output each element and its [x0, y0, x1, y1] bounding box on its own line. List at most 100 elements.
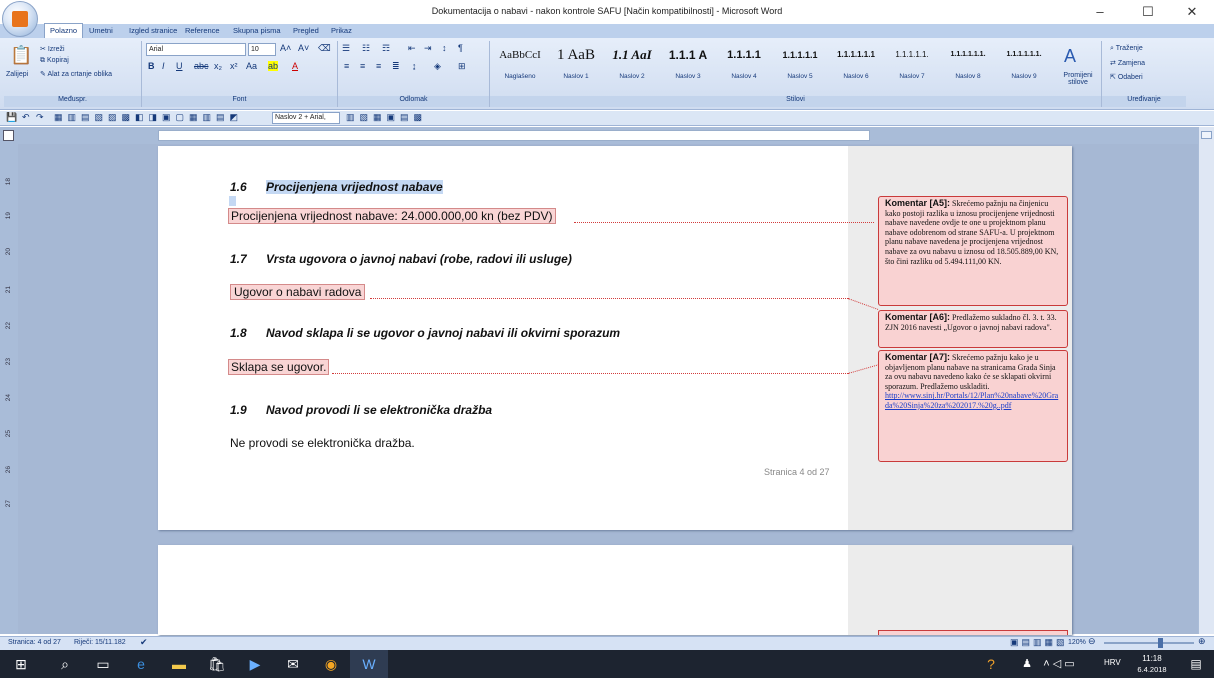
zoom-in-icon[interactable]: ⊕ — [1198, 636, 1206, 647]
style-heading-7[interactable]: 1.1.1.1.1. Naslov 7 — [886, 43, 938, 91]
undo-icon[interactable]: ↶ — [22, 112, 30, 123]
zoom-out-icon[interactable]: ⊖ — [1088, 636, 1096, 647]
file-explorer-icon[interactable]: ▬ — [160, 650, 198, 678]
redo-icon[interactable]: ↷ — [36, 112, 44, 123]
style-emphasis[interactable]: AaBbCcI Naglašeno — [494, 43, 546, 91]
style-heading-9[interactable]: 1.1.1.1.1.1. Naslov 9 — [998, 43, 1050, 91]
proofing-icon[interactable]: ✔ — [140, 637, 148, 648]
save-icon[interactable]: 💾 — [6, 112, 17, 123]
shrink-font-icon[interactable]: A˅ — [298, 43, 309, 53]
mail-icon[interactable]: ✉ — [274, 650, 312, 678]
pilcrow-icon[interactable]: ¶ — [458, 43, 463, 53]
bullets-icon[interactable]: ☰ — [342, 43, 350, 54]
ruler-text-area — [158, 130, 870, 141]
align-center-icon[interactable]: ≡ — [360, 61, 365, 71]
clock-time[interactable]: 11:18 — [1132, 654, 1172, 663]
tray-arrows-icon[interactable]: ˄ ◁ ▭ — [1040, 650, 1078, 678]
section-title: Navod sklapa li se ugovor o javnoj nabav… — [266, 326, 621, 340]
bold-icon[interactable]: B — [148, 61, 155, 71]
borders-icon[interactable]: ⊞ — [458, 61, 466, 72]
zoom-slider[interactable] — [1104, 642, 1194, 644]
notifications-icon[interactable]: ▤ — [1180, 650, 1212, 678]
style-heading-1[interactable]: 1 AaB Naslov 1 — [550, 43, 602, 91]
copy-button[interactable]: ⧉ Kopiraj — [40, 57, 69, 65]
media-icon[interactable]: ▶ — [236, 650, 274, 678]
zoom-level[interactable]: 120% — [1068, 639, 1086, 646]
store-icon[interactable]: 🛍 — [198, 650, 236, 678]
comment-balloon[interactable]: Komentar [A5]: Skrećemo pažnju na činjen… — [878, 196, 1068, 306]
word-count[interactable]: Riječi: 15/11.182 — [74, 639, 126, 646]
sort-icon[interactable]: ↕ — [442, 43, 447, 53]
tab-references[interactable]: Reference — [180, 24, 225, 38]
change-case-icon[interactable]: Aa — [246, 61, 257, 71]
find-button[interactable]: ⌕ Traženje — [1110, 45, 1143, 53]
scroll-thumb[interactable] — [1201, 131, 1212, 139]
change-styles-button[interactable]: Promijeni stilove — [1056, 72, 1100, 86]
align-left-icon[interactable]: ≡ — [344, 61, 349, 71]
windows-start-icon[interactable]: ⊞ — [2, 650, 40, 678]
paste-button[interactable]: Zalijepi — [6, 71, 28, 78]
toolbar-tools-icon[interactable]: ▦▥▤▧▨▩◧◨▣▢▦▥▤◩ — [54, 112, 243, 123]
comment-link[interactable]: http://www.sinj.hr/Portals/12/Plan%20nab… — [885, 391, 1058, 410]
search-icon[interactable]: ⌕ — [46, 650, 84, 678]
chrome-icon[interactable]: ◉ — [312, 650, 350, 678]
vertical-scrollbar[interactable] — [1198, 127, 1214, 634]
format-painter-button[interactable]: ✎ Alat za crtanje oblika — [40, 70, 112, 78]
decrease-indent-icon[interactable]: ⇤ — [408, 43, 416, 54]
next-comment-balloon[interactable] — [878, 630, 1068, 635]
shading-icon[interactable]: ◈ — [434, 61, 441, 72]
clear-format-icon[interactable]: ⌫ — [318, 43, 331, 54]
style-sample: 1.1.1.1.1. — [895, 50, 929, 59]
comment-balloon[interactable]: Komentar [A6]: Predlažemo sukladno čl. 3… — [878, 310, 1068, 348]
tab-mailings[interactable]: Skupna pisma — [228, 24, 286, 38]
maximize-button[interactable]: ☐ — [1128, 2, 1168, 22]
line-spacing-icon[interactable]: ↨ — [412, 61, 417, 71]
numbering-icon[interactable]: ☷ — [362, 43, 370, 54]
toolbar-tools2-icon[interactable]: ▥▧▦▣▤▩ — [346, 112, 427, 123]
style-heading-8[interactable]: 1.1.1.1.1.1. Naslov 8 — [942, 43, 994, 91]
tab-selector[interactable] — [0, 127, 18, 144]
italic-icon[interactable]: I — [162, 61, 165, 71]
style-heading-6[interactable]: 1.1.1.1.1.1 Naslov 6 — [830, 43, 882, 91]
tab-review[interactable]: Pregled — [288, 24, 324, 38]
word-app-icon[interactable]: W — [350, 650, 388, 678]
superscript-icon[interactable]: x² — [230, 61, 238, 71]
page-status[interactable]: Stranica: 4 od 27 — [8, 639, 61, 646]
font-color-icon[interactable]: A — [292, 61, 298, 71]
tab-home[interactable]: Polazno — [44, 23, 84, 39]
office-button[interactable] — [2, 1, 38, 37]
help-tray-icon[interactable]: ? — [972, 650, 1010, 678]
tab-view[interactable]: Prikaz — [326, 24, 357, 38]
edge-browser-icon[interactable]: e — [122, 650, 160, 678]
select-button[interactable]: ⇱ Odaberi — [1110, 73, 1143, 81]
justify-icon[interactable]: ≣ — [392, 61, 400, 72]
style-heading-2[interactable]: 1.1 AaI Naslov 2 — [606, 43, 658, 91]
multilevel-list-icon[interactable]: ☶ — [382, 43, 390, 54]
style-heading-4[interactable]: 1.1.1.1 Naslov 4 — [718, 43, 770, 91]
tab-insert[interactable]: Umetni — [84, 24, 118, 38]
comment-balloon[interactable]: Komentar [A7]: Skrećemo pažnju kako je u… — [878, 350, 1068, 462]
align-right-icon[interactable]: ≡ — [376, 61, 381, 71]
style-select-field[interactable]: Naslov 2 + Arial, — [272, 112, 340, 124]
zoom-slider-thumb[interactable] — [1158, 638, 1163, 648]
highlight-icon[interactable]: ab — [268, 61, 279, 71]
tab-page-layout[interactable]: Izgled stranice — [124, 24, 182, 38]
close-button[interactable]: ✕ — [1172, 2, 1212, 22]
comment-text: Skrećemo pažnju na činjenicu kako postoj… — [885, 199, 1059, 266]
view-buttons-icon[interactable]: ▣▤▥▦▧ — [1010, 637, 1068, 648]
increase-indent-icon[interactable]: ⇥ — [424, 43, 432, 54]
style-heading-5[interactable]: 1.1.1.1.1 Naslov 5 — [774, 43, 826, 91]
strikethrough-icon[interactable]: abc — [194, 61, 209, 71]
font-name-field[interactable]: Arial — [146, 43, 246, 56]
subscript-icon[interactable]: x₂ — [214, 61, 222, 71]
clock-date[interactable]: 6.4.2018 — [1130, 665, 1174, 674]
task-view-icon[interactable]: ▭ — [84, 650, 122, 678]
language-indicator[interactable]: HRV — [1104, 658, 1121, 667]
cut-button[interactable]: ✂ Izreži — [40, 45, 65, 53]
minimize-button[interactable]: – — [1080, 2, 1120, 22]
replace-button[interactable]: ⇄ Zamjena — [1110, 59, 1145, 67]
style-heading-3[interactable]: 1.1.1 A Naslov 3 — [662, 43, 714, 91]
underline-icon[interactable]: U — [176, 61, 183, 71]
font-size-field[interactable]: 10 — [248, 43, 276, 56]
grow-font-icon[interactable]: A˄ — [280, 43, 291, 53]
